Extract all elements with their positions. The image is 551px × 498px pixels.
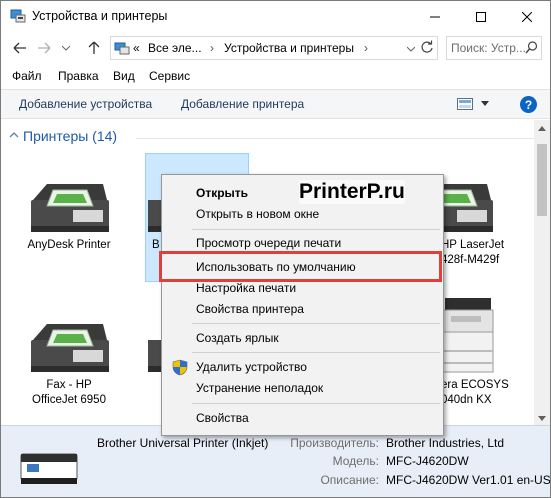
up-button[interactable] (85, 39, 103, 57)
menu-item-print-preferences[interactable]: Настройка печати (196, 281, 296, 295)
chevron-down-icon (538, 416, 546, 421)
device-label: HP LaserJet (441, 239, 505, 251)
printer-icon (439, 184, 493, 232)
breadcrumb-separator[interactable]: › (364, 41, 368, 55)
menu-edit[interactable]: Правка (58, 69, 99, 83)
device-label: AnyDesk Printer (27, 239, 111, 251)
fax-icon (31, 324, 109, 372)
device-label: era ECOSYS (441, 379, 509, 391)
menu-item-remove-device[interactable]: Удалить устройство (196, 360, 307, 374)
printer-icon (31, 184, 109, 232)
menu-separator (192, 229, 440, 230)
model-label: Модель: (332, 454, 379, 468)
close-icon (522, 11, 532, 22)
minimize-icon (430, 16, 440, 17)
menu-item-properties[interactable]: Свойства (196, 411, 249, 425)
description-label: Описание: (320, 473, 379, 487)
forward-button[interactable] (35, 39, 53, 57)
menu-bar: Файл Правка Вид Сервис (1, 66, 550, 88)
help-button[interactable]: ? (520, 96, 537, 113)
chevron-up-icon (538, 126, 546, 131)
menu-view[interactable]: Вид (113, 69, 135, 83)
menu-item-open[interactable]: Открыть (196, 186, 248, 200)
scroll-thumb[interactable] (537, 144, 547, 216)
description-value: MFC-J4620DW Ver1.01 en-US (386, 473, 551, 487)
collapse-chevron-icon[interactable] (9, 131, 19, 139)
scroll-up-button[interactable] (538, 124, 546, 133)
up-arrow-icon (88, 41, 100, 54)
menu-separator (192, 352, 440, 353)
back-arrow-icon (13, 42, 26, 54)
menu-item-printer-properties[interactable]: Свойства принтера (196, 302, 304, 316)
device-label: OfficeJet 6950 (32, 394, 106, 406)
minimize-button[interactable] (412, 1, 458, 32)
help-icon: ? (524, 97, 533, 112)
search-box[interactable]: Поиск: Устр... (446, 36, 542, 60)
title-bar: Устройства и принтеры (1, 1, 550, 32)
device-label: 428f-M429f (441, 254, 500, 266)
refresh-button[interactable] (420, 40, 434, 57)
breadcrumb-devices-printers[interactable]: Устройства и принтеры (224, 41, 354, 55)
printer-icon (442, 298, 494, 373)
menu-tools[interactable]: Сервис (149, 69, 190, 83)
scroll-down-button[interactable] (538, 414, 546, 423)
add-device-button[interactable]: Добавление устройства (19, 97, 152, 111)
device-fax-hp[interactable]: Fax - HP OfficeJet 6950 (14, 310, 124, 408)
breadcrumb-all-items[interactable]: Все эле... (148, 41, 202, 55)
group-divider (136, 138, 534, 139)
change-view-icon[interactable] (457, 98, 473, 110)
context-menu: Открыть Открыть в новом окне Просмотр оч… (159, 174, 444, 436)
uac-shield-icon (172, 359, 188, 376)
menu-separator (192, 323, 440, 324)
device-hp-laserjet[interactable]: HP LaserJet 428f-M429f (437, 170, 533, 268)
chevron-down-icon (481, 101, 489, 106)
navigation-bar: « Все эле... › Устройства и принтеры › П… (1, 34, 550, 62)
recent-locations-dropdown[interactable] (57, 39, 75, 57)
maximize-button[interactable] (458, 1, 504, 32)
close-button[interactable] (504, 1, 550, 32)
vertical-scrollbar[interactable] (534, 120, 550, 425)
maximize-icon (476, 11, 486, 22)
view-dropdown[interactable] (481, 99, 489, 108)
command-bar: Добавление устройства Добавление принтер… (1, 89, 550, 119)
printers-group-title[interactable]: Принтеры (14) (23, 128, 117, 144)
devices-printers-icon (10, 9, 26, 23)
search-icon[interactable] (525, 41, 538, 54)
search-input[interactable]: Поиск: Устр... (451, 41, 526, 55)
address-bar[interactable]: « Все эле... › Устройства и принтеры › (110, 36, 438, 60)
devices-printers-icon (114, 42, 130, 55)
printer-icon (20, 453, 78, 484)
watermark: PrinterP.ru (299, 180, 405, 204)
manufacturer-value: Brother Industries, Ltd (386, 436, 505, 450)
add-printer-button[interactable]: Добавление принтера (181, 97, 304, 111)
breadcrumb-overflow[interactable]: « (133, 41, 140, 55)
chevron-down-icon (62, 45, 70, 51)
refresh-icon (421, 40, 433, 53)
forward-arrow-icon (38, 42, 51, 54)
device-name: Brother Universal Printer (Inkjet) (97, 436, 269, 450)
menu-separator (192, 403, 440, 404)
menu-item-create-shortcut[interactable]: Создать ярлык (196, 331, 279, 345)
device-label: Fax - HP (46, 379, 92, 391)
menu-item-open-new-window[interactable]: Открыть в новом окне (196, 207, 319, 221)
breadcrumb-separator[interactable]: › (210, 41, 214, 55)
menu-item-troubleshoot[interactable]: Устранение неполадок (196, 381, 323, 395)
back-button[interactable] (11, 39, 29, 57)
device-label: 040dn KX (441, 394, 492, 406)
address-dropdown[interactable] (406, 41, 416, 55)
chevron-down-icon (406, 46, 416, 52)
highlight-frame (159, 251, 442, 282)
model-value: MFC-J4620DW (386, 454, 469, 468)
menu-item-print-queue[interactable]: Просмотр очереди печати (196, 236, 341, 250)
manufacturer-label: Производитель: (290, 436, 379, 450)
window-title: Устройства и принтеры (32, 9, 168, 23)
menu-file[interactable]: Файл (12, 69, 42, 83)
device-anydesk-printer[interactable]: AnyDesk Printer (14, 170, 124, 253)
device-kyocera-ecosys[interactable]: era ECOSYS 040dn KX (437, 292, 533, 408)
